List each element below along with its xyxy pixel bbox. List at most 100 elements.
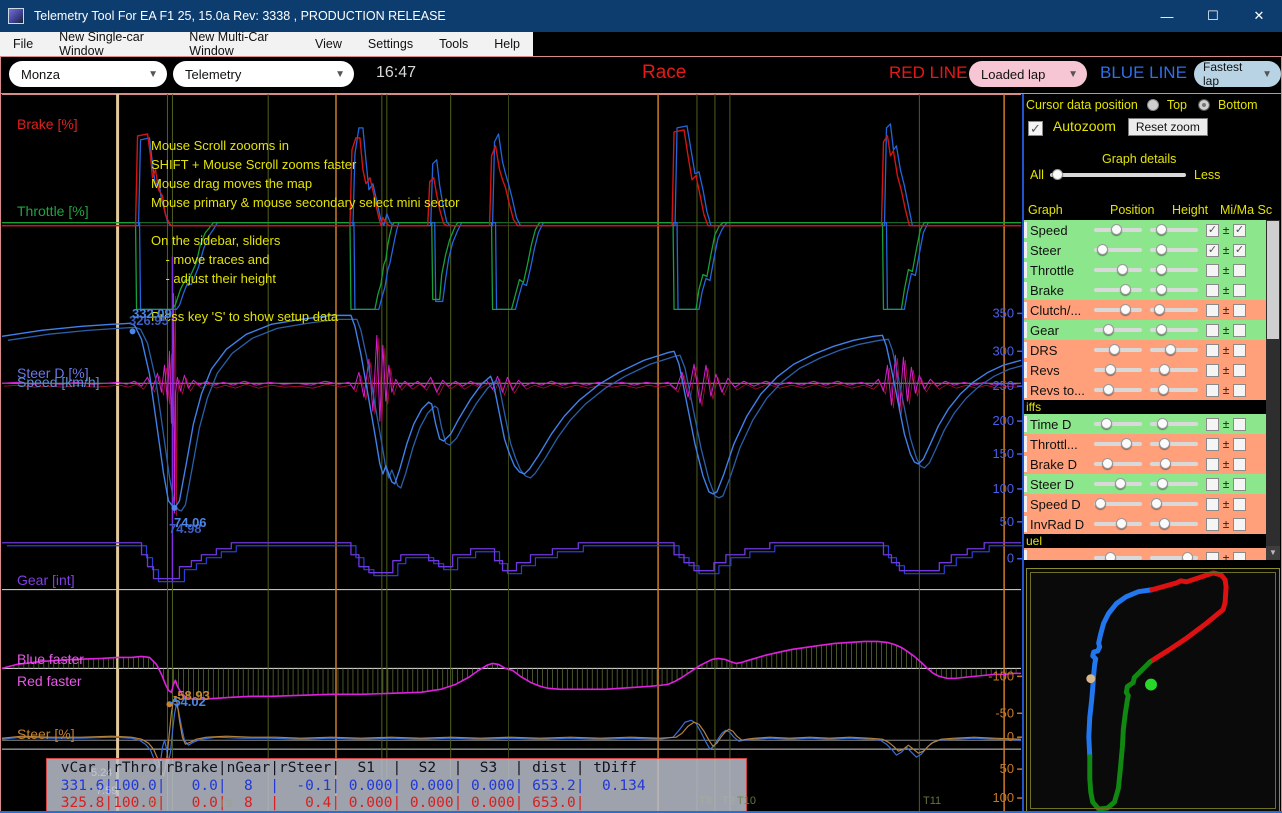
scale-checkbox[interactable]: ✓ xyxy=(1233,244,1246,257)
scale-checkbox[interactable] xyxy=(1233,304,1246,317)
position-slider[interactable] xyxy=(1094,343,1142,357)
position-slider[interactable] xyxy=(1094,303,1142,317)
plus-minus-button[interactable]: ± xyxy=(1219,303,1233,317)
position-slider[interactable] xyxy=(1094,243,1142,257)
position-slider[interactable] xyxy=(1094,263,1142,277)
scale-checkbox[interactable]: ✓ xyxy=(1233,224,1246,237)
plus-minus-button[interactable]: ± xyxy=(1219,363,1233,377)
height-slider[interactable] xyxy=(1150,343,1198,357)
menu-item-help[interactable]: Help xyxy=(481,32,533,56)
reset-zoom-button[interactable]: Reset zoom xyxy=(1128,118,1208,136)
plus-minus-button[interactable]: ± xyxy=(1219,343,1233,357)
radio-bottom[interactable] xyxy=(1198,99,1210,111)
menu-item-view[interactable]: View xyxy=(302,32,355,56)
plus-minus-button[interactable]: ± xyxy=(1219,477,1233,491)
height-slider[interactable] xyxy=(1150,363,1198,377)
plus-minus-button[interactable]: ± xyxy=(1219,263,1233,277)
blue-lap-combo[interactable]: Fastest lap ▼ xyxy=(1194,61,1281,87)
scale-checkbox[interactable] xyxy=(1233,324,1246,337)
position-slider[interactable] xyxy=(1094,497,1142,511)
height-slider[interactable] xyxy=(1150,383,1198,397)
min-checkbox[interactable] xyxy=(1206,478,1219,491)
height-slider[interactable] xyxy=(1150,223,1198,237)
position-slider[interactable] xyxy=(1094,417,1142,431)
menu-item-new-single-car-window[interactable]: New Single-car Window xyxy=(46,32,176,56)
position-slider[interactable] xyxy=(1094,551,1142,560)
min-checkbox[interactable] xyxy=(1206,364,1219,377)
scrollbar-down-arrow[interactable]: ▼ xyxy=(1266,546,1280,560)
scale-checkbox[interactable] xyxy=(1233,264,1246,277)
height-slider[interactable] xyxy=(1150,551,1198,560)
min-checkbox[interactable] xyxy=(1206,264,1219,277)
menu-item-new-multi-car-window[interactable]: New Multi-Car Window xyxy=(176,32,302,56)
height-slider[interactable] xyxy=(1150,517,1198,531)
plus-minus-button[interactable]: ± xyxy=(1219,437,1233,451)
height-slider[interactable] xyxy=(1150,477,1198,491)
scrollbar-thumb[interactable] xyxy=(1267,221,1279,339)
graph-details-slider[interactable] xyxy=(1050,168,1186,182)
position-slider[interactable] xyxy=(1094,283,1142,297)
min-checkbox[interactable] xyxy=(1206,304,1219,317)
min-checkbox[interactable] xyxy=(1206,384,1219,397)
telemetry-chart[interactable]: 350300250200150100500-100-50050100 Mouse… xyxy=(1,94,1024,813)
min-checkbox[interactable] xyxy=(1206,518,1219,531)
position-slider[interactable] xyxy=(1094,437,1142,451)
scale-checkbox[interactable] xyxy=(1233,552,1246,561)
height-slider[interactable] xyxy=(1150,283,1198,297)
plus-minus-button[interactable]: ± xyxy=(1219,383,1233,397)
scale-checkbox[interactable] xyxy=(1233,478,1246,491)
position-slider[interactable] xyxy=(1094,223,1142,237)
height-slider[interactable] xyxy=(1150,323,1198,337)
red-lap-combo[interactable]: Loaded lap ▼ xyxy=(969,61,1087,87)
position-slider[interactable] xyxy=(1094,363,1142,377)
scale-checkbox[interactable] xyxy=(1233,418,1246,431)
track-map[interactable] xyxy=(1026,568,1280,813)
height-slider[interactable] xyxy=(1150,457,1198,471)
min-checkbox[interactable] xyxy=(1206,344,1219,357)
position-slider[interactable] xyxy=(1094,323,1142,337)
autozoom-checkbox[interactable]: ✓ xyxy=(1028,121,1043,136)
scale-checkbox[interactable] xyxy=(1233,384,1246,397)
position-slider[interactable] xyxy=(1094,383,1142,397)
height-slider[interactable] xyxy=(1150,437,1198,451)
min-checkbox[interactable]: ✓ xyxy=(1206,244,1219,257)
rows-scrollbar[interactable]: ▼ xyxy=(1266,220,1280,560)
plus-minus-button[interactable]: ± xyxy=(1219,497,1233,511)
plus-minus-button[interactable]: ± xyxy=(1219,417,1233,431)
plus-minus-button[interactable]: ± xyxy=(1219,551,1233,560)
min-checkbox[interactable] xyxy=(1206,324,1219,337)
track-combo[interactable]: Monza ▼ xyxy=(9,61,167,87)
min-checkbox[interactable] xyxy=(1206,552,1219,561)
height-slider[interactable] xyxy=(1150,417,1198,431)
scale-checkbox[interactable] xyxy=(1233,498,1246,511)
scale-checkbox[interactable] xyxy=(1233,344,1246,357)
min-checkbox[interactable] xyxy=(1206,418,1219,431)
scale-checkbox[interactable] xyxy=(1233,438,1246,451)
plus-minus-button[interactable]: ± xyxy=(1219,457,1233,471)
position-slider[interactable] xyxy=(1094,517,1142,531)
min-checkbox[interactable] xyxy=(1206,498,1219,511)
scale-checkbox[interactable] xyxy=(1233,284,1246,297)
min-checkbox[interactable] xyxy=(1206,458,1219,471)
position-slider[interactable] xyxy=(1094,477,1142,491)
radio-top[interactable] xyxy=(1147,99,1159,111)
scale-checkbox[interactable] xyxy=(1233,458,1246,471)
position-slider[interactable] xyxy=(1094,457,1142,471)
menu-item-settings[interactable]: Settings xyxy=(355,32,426,56)
plus-minus-button[interactable]: ± xyxy=(1219,283,1233,297)
height-slider[interactable] xyxy=(1150,497,1198,511)
min-checkbox[interactable] xyxy=(1206,438,1219,451)
menu-item-file[interactable]: File xyxy=(0,32,46,56)
height-slider[interactable] xyxy=(1150,263,1198,277)
scale-checkbox[interactable] xyxy=(1233,518,1246,531)
min-checkbox[interactable] xyxy=(1206,284,1219,297)
mode-combo[interactable]: Telemetry ▼ xyxy=(173,61,354,87)
plus-minus-button[interactable]: ± xyxy=(1219,223,1233,237)
close-button[interactable]: ✕ xyxy=(1236,0,1282,32)
maximize-button[interactable]: ☐ xyxy=(1190,0,1236,32)
plus-minus-button[interactable]: ± xyxy=(1219,243,1233,257)
minimize-button[interactable]: — xyxy=(1144,0,1190,32)
height-slider[interactable] xyxy=(1150,243,1198,257)
plus-minus-button[interactable]: ± xyxy=(1219,323,1233,337)
height-slider[interactable] xyxy=(1150,303,1198,317)
